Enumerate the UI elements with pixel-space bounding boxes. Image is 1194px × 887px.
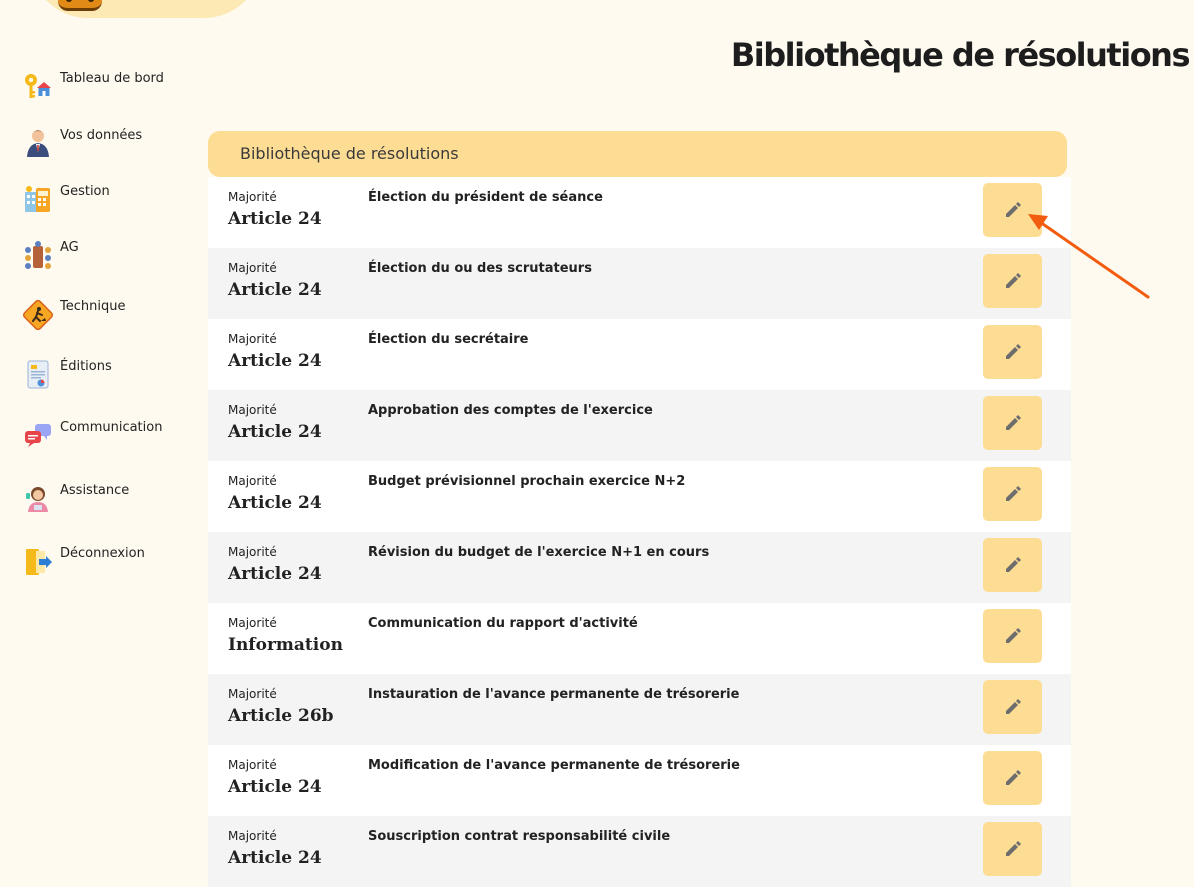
sidebar-item-assistance[interactable]: Assistance (22, 483, 187, 523)
edit-button[interactable] (983, 254, 1042, 308)
edit-button[interactable] (983, 538, 1042, 592)
pencil-icon (1006, 628, 1021, 643)
sidebar-item-technique[interactable]: Technique (22, 299, 187, 339)
pencil-icon (1006, 699, 1021, 714)
panel-header: Bibliothèque de résolutions (208, 131, 1067, 177)
majority-value: Article 24 (228, 351, 322, 371)
sidebar-item-label: Communication (60, 420, 163, 435)
edit-button[interactable] (983, 325, 1042, 379)
pencil-icon (1006, 486, 1021, 501)
pencil-icon (1006, 202, 1021, 217)
sidebar-item-gestion[interactable]: Gestion (22, 184, 187, 224)
sidebar-item-label: Éditions (60, 359, 112, 374)
edit-button[interactable] (983, 680, 1042, 734)
pencil-icon (1006, 770, 1021, 785)
table-row: Majorité Article 24 Approbation des comp… (208, 390, 1071, 461)
resolution-title: Instauration de l'avance permanente de t… (368, 687, 740, 702)
majority-label: Majorité (228, 190, 277, 204)
majority-label: Majorité (228, 261, 277, 275)
majority-value: Article 24 (228, 777, 322, 797)
table-row: Majorité Article 24 Élection du ou des s… (208, 248, 1071, 319)
sidebar-item-label: Déconnexion (60, 546, 145, 561)
resolution-title: Élection du ou des scrutateurs (368, 261, 592, 276)
pencil-icon (1006, 557, 1021, 572)
edit-button[interactable] (983, 396, 1042, 450)
support-agent-icon (22, 483, 54, 515)
majority-value: Article 24 (228, 209, 322, 229)
resolutions-list: Majorité Article 24 Élection du présiden… (208, 177, 1071, 887)
edit-button[interactable] (983, 467, 1042, 521)
edit-button[interactable] (983, 609, 1042, 663)
table-row: Majorité Information Communication du ra… (208, 603, 1071, 674)
table-row: Majorité Article 24 Budget prévisionnel … (208, 461, 1071, 532)
majority-label: Majorité (228, 829, 277, 843)
sidebar-item-vos-donnees[interactable]: Vos données (22, 128, 187, 168)
majority-value: Information (228, 635, 343, 655)
report-icon (22, 359, 54, 391)
building-calculator-icon (22, 184, 54, 216)
table-row: Majorité Article 24 Élection du secrétai… (208, 319, 1071, 390)
table-row: Majorité Article 24 Révision du budget d… (208, 532, 1071, 603)
pencil-icon (1006, 273, 1021, 288)
resolution-title: Souscription contrat responsabilité civi… (368, 829, 671, 844)
resolution-title: Budget prévisionnel prochain exercice N+… (368, 474, 686, 489)
majority-label: Majorité (228, 758, 277, 772)
pencil-icon (1006, 344, 1021, 359)
majority-value: Article 26b (228, 706, 334, 726)
edit-button[interactable] (983, 183, 1042, 237)
resolution-title: Modification de l'avance permanente de t… (368, 758, 740, 773)
sidebar-item-label: Vos données (60, 128, 143, 143)
sidebar-item-tableau-de-bord[interactable]: Tableau de bord (22, 71, 187, 111)
resolution-title: Communication du rapport d'activité (368, 616, 638, 631)
sidebar-item-ag[interactable]: AG (22, 240, 187, 280)
sidebar-item-label: Gestion (60, 184, 110, 199)
worker-sign-icon (22, 299, 54, 331)
majority-label: Majorité (228, 687, 277, 701)
sidebar-item-deconnexion[interactable]: Déconnexion (22, 546, 187, 586)
majority-value: Article 24 (228, 280, 322, 300)
sidebar-item-label: Tableau de bord (60, 71, 164, 86)
resolution-title: Élection du secrétaire (368, 332, 529, 347)
resolution-title: Élection du président de séance (368, 190, 603, 205)
resolution-title: Approbation des comptes de l'exercice (368, 403, 653, 418)
chat-bubbles-icon (22, 420, 54, 452)
sidebar: Tableau de bord Vos données Gestion AG T… (0, 0, 190, 858)
majority-value: Article 24 (228, 848, 322, 868)
sidebar-item-communication[interactable]: Communication (22, 420, 187, 460)
key-house-icon (22, 71, 54, 103)
meeting-icon (22, 240, 54, 272)
majority-label: Majorité (228, 545, 277, 559)
sidebar-item-editions[interactable]: Éditions (22, 359, 187, 399)
majority-label: Majorité (228, 616, 277, 630)
majority-value: Article 24 (228, 422, 322, 442)
sidebar-item-label: AG (60, 240, 79, 255)
panel-header-title: Bibliothèque de résolutions (240, 144, 459, 163)
edit-button[interactable] (983, 751, 1042, 805)
table-row: Majorité Article 24 Modification de l'av… (208, 745, 1071, 816)
majority-label: Majorité (228, 332, 277, 346)
edit-button[interactable] (983, 822, 1042, 876)
sidebar-item-label: Assistance (60, 483, 130, 498)
table-row: Majorité Article 26b Instauration de l'a… (208, 674, 1071, 745)
pencil-icon (1006, 415, 1021, 430)
logout-door-icon (22, 546, 54, 578)
pencil-icon (1006, 841, 1021, 856)
page-title: Bibliothèque de résolutions (730, 36, 1191, 74)
resolution-title: Révision du budget de l'exercice N+1 en … (368, 545, 710, 560)
majority-label: Majorité (228, 474, 277, 488)
majority-label: Majorité (228, 403, 277, 417)
majority-value: Article 24 (228, 493, 322, 513)
majority-value: Article 24 (228, 564, 322, 584)
resolutions-panel: Bibliothèque de résolutions Majorité Art… (208, 131, 1071, 887)
table-row: Majorité Article 24 Souscription contrat… (208, 816, 1071, 887)
sidebar-item-label: Technique (60, 299, 126, 314)
table-row: Majorité Article 24 Élection du présiden… (208, 177, 1071, 248)
user-icon (22, 128, 54, 160)
